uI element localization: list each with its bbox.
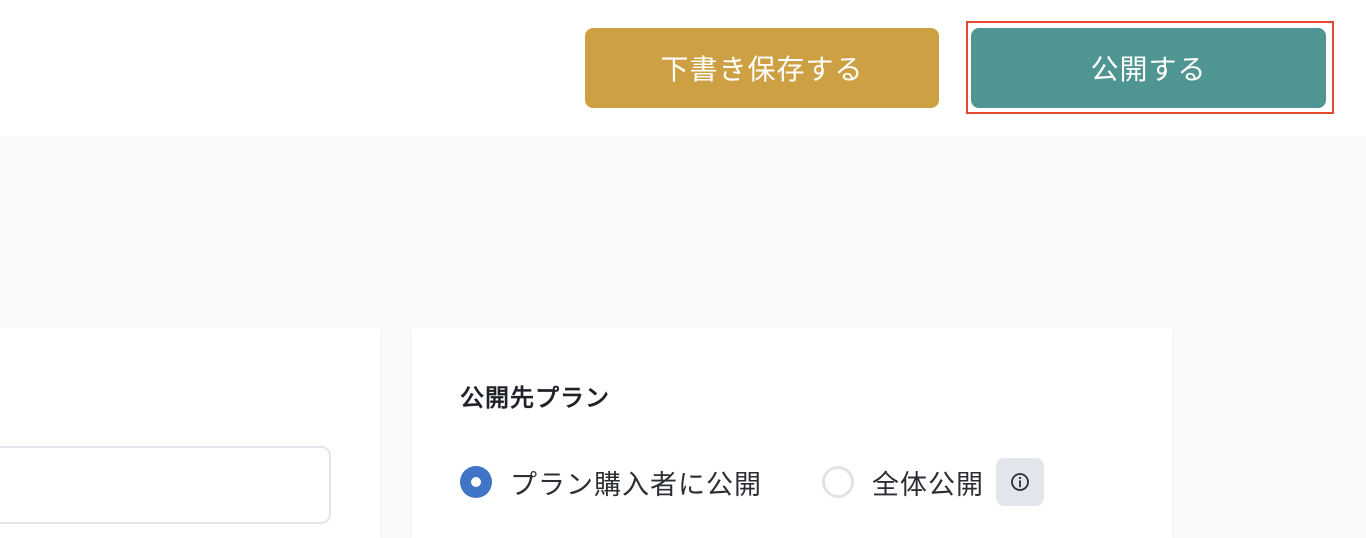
radio-public-all[interactable]: 全体公開	[822, 460, 984, 504]
radio-unselected-icon[interactable]	[822, 466, 854, 498]
radio-plan-purchasers[interactable]: プラン購入者に公開	[460, 460, 762, 504]
left-card	[0, 328, 380, 538]
publish-button[interactable]: 公開する	[971, 28, 1326, 108]
info-button[interactable]	[996, 458, 1044, 506]
text-input[interactable]	[0, 446, 331, 524]
radio-plan-purchasers-label: プラン購入者に公開	[510, 469, 762, 501]
visibility-section-title: 公開先プラン	[460, 384, 610, 412]
radio-public-all-label: 全体公開	[872, 469, 984, 501]
info-circle-icon	[1011, 473, 1029, 491]
save-draft-button[interactable]: 下書き保存する	[585, 28, 939, 108]
visibility-card: 公開先プラン プラン購入者に公開 全体公開	[412, 328, 1172, 538]
top-action-bar: 下書き保存する 公開する	[0, 0, 1366, 136]
radio-selected-icon[interactable]	[460, 466, 492, 498]
